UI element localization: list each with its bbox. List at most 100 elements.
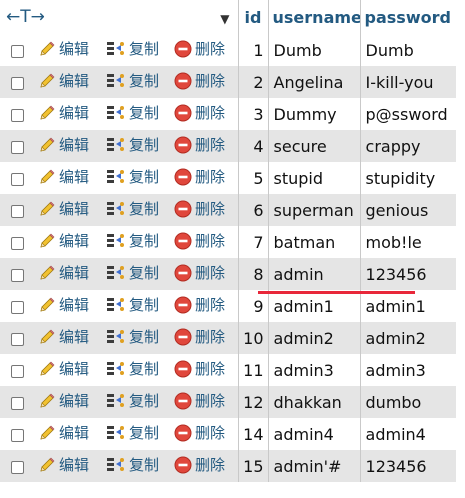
delete-button[interactable]: 删除: [174, 198, 225, 219]
pencil-icon: [40, 265, 55, 280]
copy-button[interactable]: 复制: [106, 134, 159, 155]
column-header-password[interactable]: password: [359, 0, 457, 34]
header-row: ←T→ ▼ id username password: [0, 0, 457, 34]
delete-button[interactable]: 删除: [174, 134, 225, 155]
row-checkbox[interactable]: [10, 172, 24, 186]
delete-button[interactable]: 删除: [174, 166, 225, 187]
copy-label: 复制: [129, 360, 160, 379]
column-options-dropdown[interactable]: ▼: [102, 0, 238, 34]
delete-button[interactable]: 删除: [174, 262, 225, 283]
copy-button[interactable]: 复制: [106, 358, 159, 379]
delete-circle-icon: [174, 328, 192, 346]
edit-button[interactable]: 编辑: [38, 134, 89, 155]
edit-button[interactable]: 编辑: [38, 70, 89, 91]
pencil-icon: [40, 201, 55, 216]
edit-button[interactable]: 编辑: [38, 422, 89, 443]
delete-label: 删除: [195, 168, 226, 187]
edit-button[interactable]: 编辑: [38, 294, 89, 315]
delete-button[interactable]: 删除: [174, 390, 225, 411]
edit-button[interactable]: 编辑: [38, 166, 89, 187]
pencil-icon: [40, 297, 55, 312]
row-checkbox[interactable]: [10, 396, 24, 410]
delete-button[interactable]: 删除: [174, 326, 225, 347]
delete-button[interactable]: 删除: [174, 422, 225, 443]
edit-button[interactable]: 编辑: [38, 390, 89, 411]
edit-button[interactable]: 编辑: [38, 102, 89, 123]
copy-button[interactable]: 复制: [106, 230, 159, 251]
row-checkbox[interactable]: [10, 236, 24, 250]
cell-username: admin2: [267, 322, 361, 354]
edit-button[interactable]: 编辑: [38, 326, 89, 347]
row-checkbox[interactable]: [10, 76, 24, 90]
column-resize-arrows[interactable]: ←T→: [0, 0, 102, 34]
delete-cell: 删除: [170, 290, 238, 322]
copy-cell: 复制: [102, 450, 170, 482]
delete-button[interactable]: 删除: [174, 454, 225, 475]
row-checkbox-cell: [0, 130, 34, 162]
edit-label: 编辑: [59, 168, 90, 187]
copy-cell: 复制: [102, 258, 170, 290]
copy-button[interactable]: 复制: [106, 422, 159, 443]
copy-button[interactable]: 复制: [106, 70, 159, 91]
row-checkbox[interactable]: [10, 364, 24, 378]
row-checkbox-cell: [0, 226, 34, 258]
pencil-icon: [40, 137, 55, 152]
edit-button[interactable]: 编辑: [38, 38, 89, 59]
edit-label: 编辑: [59, 136, 90, 155]
delete-button[interactable]: 删除: [174, 358, 225, 379]
column-header-username[interactable]: username: [267, 0, 361, 34]
row-checkbox[interactable]: [10, 140, 24, 154]
edit-button[interactable]: 编辑: [38, 230, 89, 251]
copy-button[interactable]: 复制: [106, 166, 159, 187]
copy-button[interactable]: 复制: [106, 38, 159, 59]
copy-button[interactable]: 复制: [106, 390, 159, 411]
row-checkbox[interactable]: [10, 44, 24, 58]
row-checkbox[interactable]: [10, 300, 24, 314]
delete-label: 删除: [195, 200, 226, 219]
copy-button[interactable]: 复制: [106, 262, 159, 283]
copy-button[interactable]: 复制: [106, 294, 159, 315]
edit-cell: 编辑: [34, 226, 102, 258]
cell-id: 6: [237, 194, 269, 226]
row-checkbox[interactable]: [10, 460, 24, 474]
row-checkbox[interactable]: [10, 268, 24, 282]
delete-button[interactable]: 删除: [174, 294, 225, 315]
delete-button[interactable]: 删除: [174, 70, 225, 91]
copy-cell: 复制: [102, 130, 170, 162]
row-checkbox-cell: [0, 98, 34, 130]
delete-circle-icon: [174, 40, 192, 58]
row-checkbox[interactable]: [10, 108, 24, 122]
column-header-id[interactable]: id: [237, 0, 269, 34]
delete-cell: 删除: [170, 258, 238, 290]
delete-label: 删除: [195, 40, 226, 59]
edit-button[interactable]: 编辑: [38, 198, 89, 219]
copy-cell: 复制: [102, 226, 170, 258]
delete-label: 删除: [195, 296, 226, 315]
copy-cell: 复制: [102, 162, 170, 194]
copy-button[interactable]: 复制: [106, 454, 159, 475]
edit-label: 编辑: [59, 200, 90, 219]
edit-button[interactable]: 编辑: [38, 358, 89, 379]
row-checkbox[interactable]: [10, 332, 24, 346]
delete-cell: 删除: [170, 194, 238, 226]
copy-button[interactable]: 复制: [106, 102, 159, 123]
copy-label: 复制: [129, 104, 160, 123]
edit-cell: 编辑: [34, 98, 102, 130]
copy-rows-icon: [107, 169, 124, 183]
copy-button[interactable]: 复制: [106, 326, 159, 347]
delete-button[interactable]: 删除: [174, 230, 225, 251]
cell-password: admin3: [359, 354, 457, 386]
row-checkbox[interactable]: [10, 204, 24, 218]
table-row: 编辑 复制 删除: [0, 98, 457, 130]
cell-password: stupidity: [359, 162, 457, 194]
edit-button[interactable]: 编辑: [38, 454, 89, 475]
delete-button[interactable]: 删除: [174, 102, 225, 123]
delete-label: 删除: [195, 424, 226, 443]
pencil-icon: [40, 41, 55, 56]
table-row: 编辑 复制 删除: [0, 258, 457, 290]
copy-button[interactable]: 复制: [106, 198, 159, 219]
delete-button[interactable]: 删除: [174, 38, 225, 59]
copy-label: 复制: [129, 456, 160, 475]
edit-button[interactable]: 编辑: [38, 262, 89, 283]
row-checkbox[interactable]: [10, 428, 24, 442]
